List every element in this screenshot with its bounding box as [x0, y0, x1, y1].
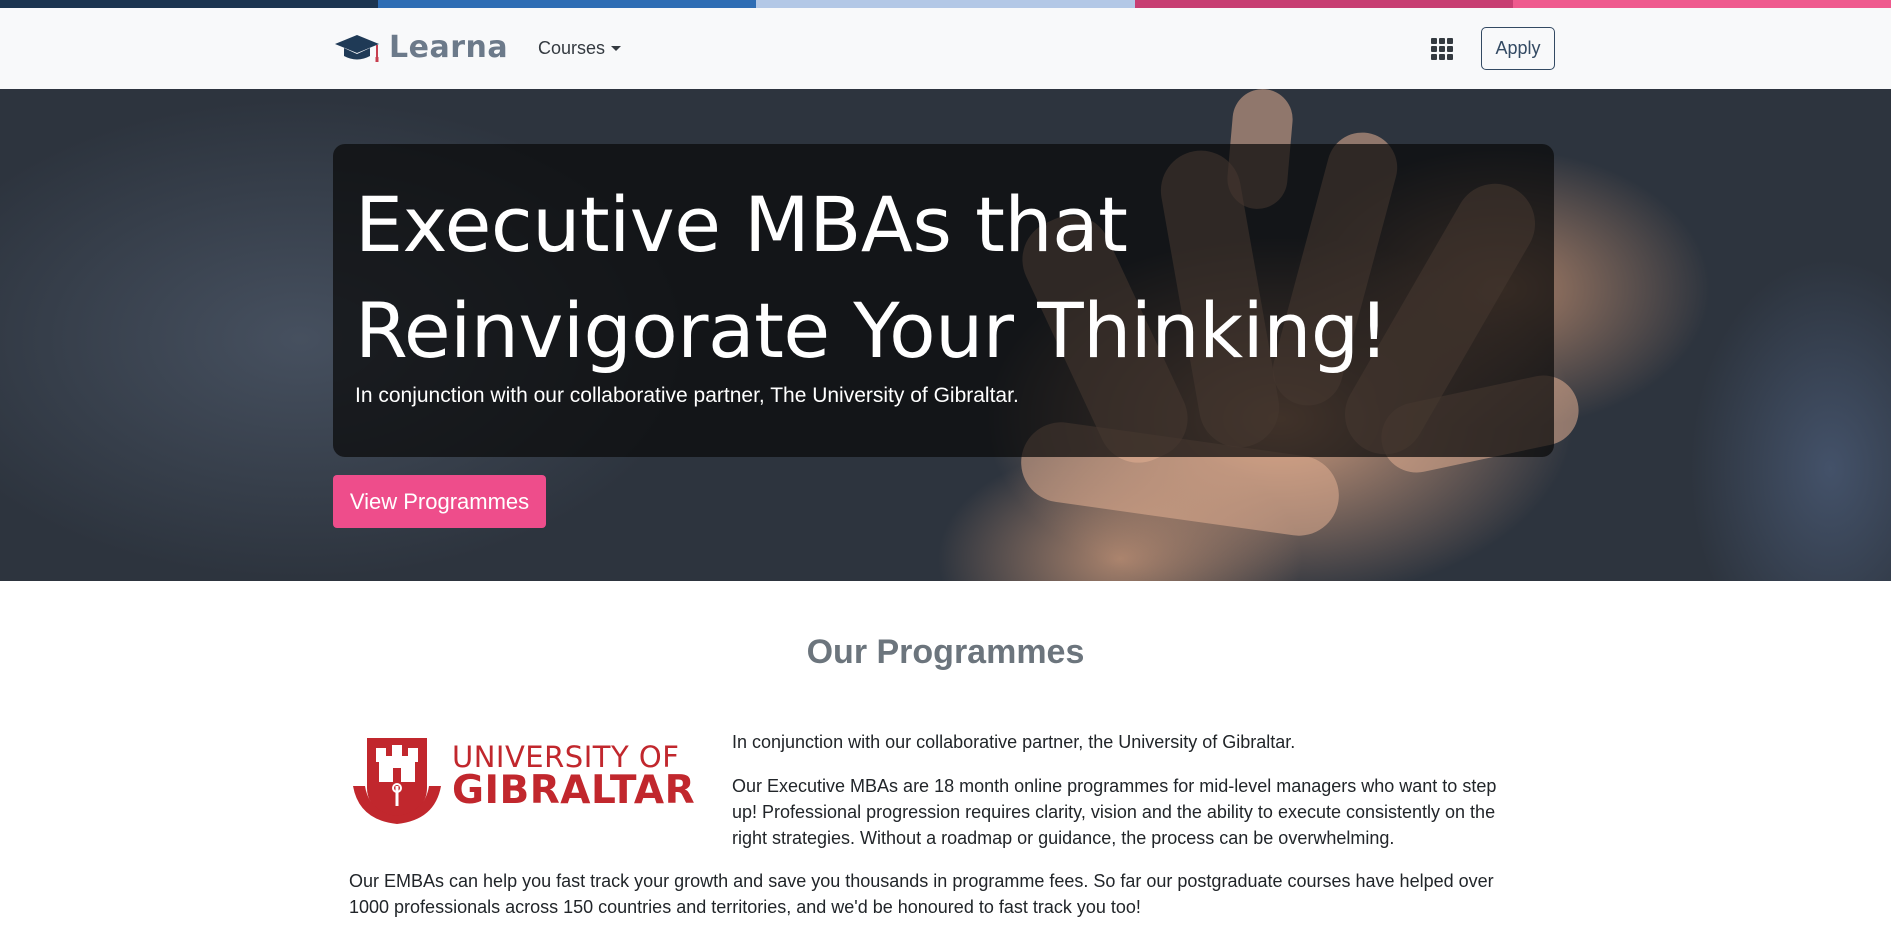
- programmes-description: Our Executive MBAs are 18 month online p…: [732, 776, 1497, 848]
- programmes-intro: In conjunction with our collaborative pa…: [732, 732, 1296, 752]
- view-programmes-button[interactable]: View Programmes: [333, 475, 546, 528]
- courses-label: Courses: [538, 38, 606, 58]
- caret-down-icon: [611, 46, 622, 51]
- stripe-segment: [1512, 0, 1891, 8]
- courses-dropdown[interactable]: Courses: [538, 38, 622, 59]
- hero-subtitle: In conjunction with our collaborative pa…: [355, 384, 1019, 407]
- stripe-segment: [0, 0, 379, 8]
- stripe-segment: [756, 0, 1135, 8]
- navbar: Learna Courses Apply: [0, 8, 1891, 89]
- university-logo: UNIVERSITY OF GIBRALTAR: [349, 728, 695, 828]
- apply-button[interactable]: Apply: [1481, 27, 1555, 70]
- top-color-stripe: [0, 0, 1891, 8]
- university-logo-text: UNIVERSITY OF GIBRALTAR: [452, 740, 696, 813]
- brand-name: Learna: [389, 30, 509, 65]
- stripe-segment: [1134, 0, 1513, 8]
- logo-line-2: GIBRALTAR: [452, 768, 696, 813]
- hero-banner: Executive MBAs that Reinvigorate Your Th…: [0, 89, 1891, 581]
- grid-icon[interactable]: [1431, 38, 1453, 60]
- stripe-segment: [378, 0, 757, 8]
- section-title: Our Programmes: [806, 633, 1085, 671]
- hero-title: Executive MBAs that Reinvigorate Your Th…: [355, 180, 1389, 375]
- hero-card: Executive MBAs that Reinvigorate Your Th…: [333, 144, 1554, 457]
- crest-icon: [353, 738, 441, 824]
- brand-link[interactable]: Learna: [333, 30, 508, 65]
- programmes-closing: Our EMBAs can help you fast track your g…: [349, 871, 1494, 917]
- graduation-cap-icon: [333, 33, 381, 63]
